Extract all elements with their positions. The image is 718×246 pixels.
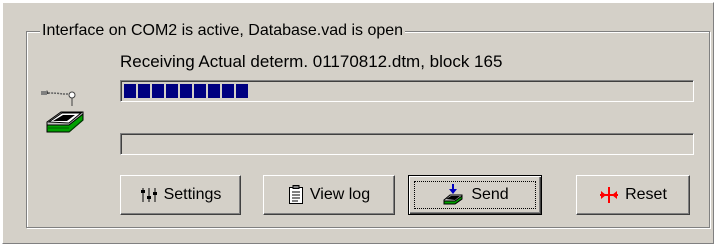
progress-block (194, 84, 206, 98)
progress-block (180, 84, 192, 98)
status-text: Receiving Actual determ. 01170812.dtm, b… (120, 52, 503, 71)
send-label: Send (471, 186, 509, 203)
progress-block (152, 84, 164, 98)
settings-sliders-icon (140, 187, 158, 203)
reset-icon (599, 186, 619, 204)
progress-block (138, 84, 150, 98)
progress-block (208, 84, 220, 98)
settings-label: Settings (163, 186, 222, 203)
send-button[interactable]: Send (408, 175, 542, 215)
secondary-progress-bar (120, 133, 694, 155)
reset-button[interactable]: Reset (576, 175, 690, 215)
view-log-button[interactable]: View log (263, 175, 395, 215)
send-icon (441, 184, 465, 206)
transfer-progress-bar (120, 80, 694, 102)
progress-block (124, 84, 136, 98)
group-title: Interface on COM2 is active, Database.va… (40, 22, 406, 40)
reset-label: Reset (625, 186, 667, 203)
serial-device-icon (39, 82, 91, 144)
progress-block (236, 84, 248, 98)
settings-button[interactable]: Settings (120, 175, 241, 215)
log-document-icon (288, 185, 304, 205)
progress-block (222, 84, 234, 98)
progress-fill (124, 84, 248, 98)
dialog-window: Interface on COM2 is active, Database.va… (2, 2, 714, 244)
view-log-label: View log (309, 186, 371, 203)
status-group: Interface on COM2 is active, Database.va… (26, 22, 710, 228)
progress-block (166, 84, 178, 98)
